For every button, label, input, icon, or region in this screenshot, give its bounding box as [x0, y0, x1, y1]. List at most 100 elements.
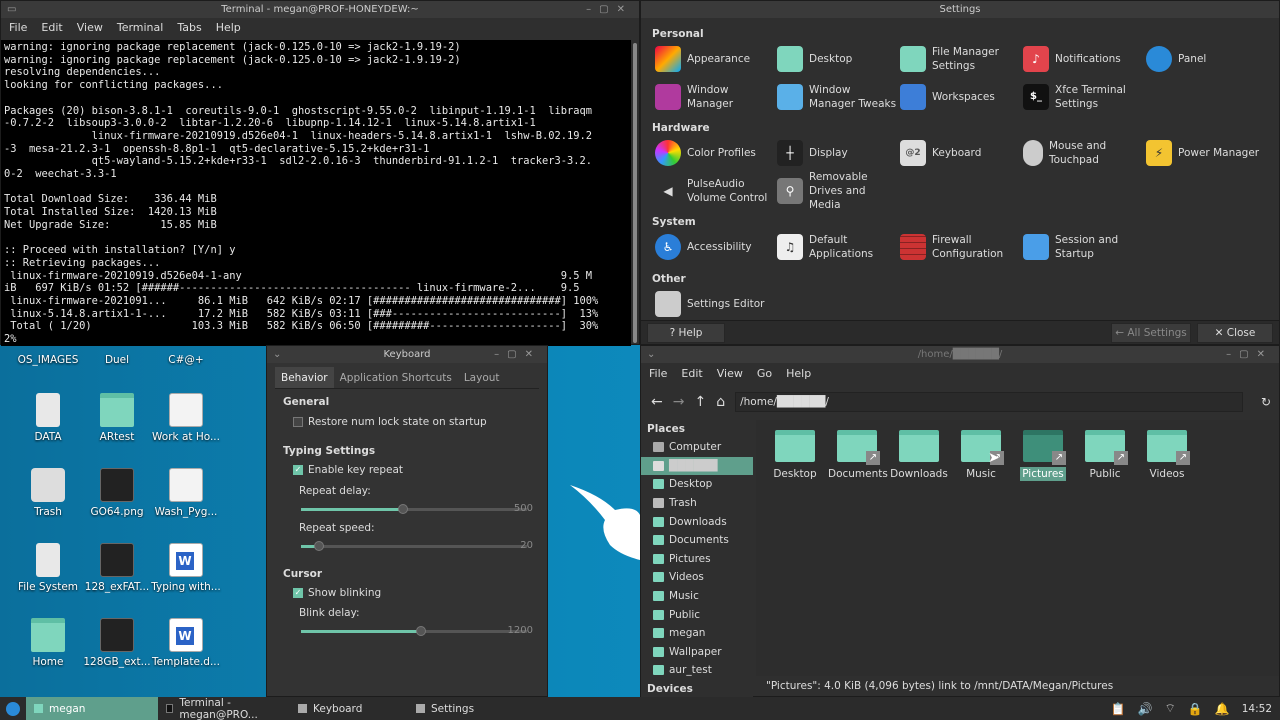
blinking-checkbox[interactable]: ✓ Show blinking: [293, 587, 381, 599]
setting-color-profiles[interactable]: Color Profiles: [655, 137, 777, 169]
setting-file-manager[interactable]: File Manager Settings: [900, 43, 1022, 75]
window-controls[interactable]: –▢✕: [586, 1, 633, 18]
setting-accessibility[interactable]: ♿ Accessibility: [655, 231, 777, 263]
setting-firewall[interactable]: Firewall Configuration: [900, 231, 1022, 263]
menu-file[interactable]: File: [649, 363, 667, 385]
place-aur-test[interactable]: aur_test: [641, 661, 753, 680]
slider-handle[interactable]: [397, 504, 408, 514]
window-menu-icon[interactable]: ⌄: [647, 346, 655, 363]
setting-notifications[interactable]: ♪ Notifications: [1023, 43, 1145, 75]
folder-desktop[interactable]: Desktop: [766, 430, 824, 480]
desktop-label-csharp[interactable]: C#@+: [149, 354, 223, 366]
numlock-checkbox[interactable]: Restore num lock state on startup: [293, 416, 487, 428]
repeat-delay-slider[interactable]: [301, 504, 527, 514]
help-button[interactable]: ? Help: [647, 323, 725, 343]
setting-pulseaudio[interactable]: ◀ PulseAudio Volume Control: [655, 175, 777, 207]
app-menu-button[interactable]: [0, 697, 26, 720]
setting-desktop[interactable]: Desktop: [777, 43, 899, 75]
place-home[interactable]: ██████: [641, 456, 753, 476]
key-repeat-checkbox[interactable]: ✓ Enable key repeat: [293, 464, 403, 476]
blink-delay-slider[interactable]: [301, 626, 527, 636]
setting-panel[interactable]: Panel: [1146, 43, 1268, 75]
desktop-icon-home[interactable]: Home: [11, 618, 85, 668]
slider-handle[interactable]: [415, 626, 426, 636]
terminal-titlebar[interactable]: ▭ Terminal - megan@PROF-HONEYDEW:~ –▢✕: [1, 1, 639, 18]
settings-titlebar[interactable]: Settings: [641, 1, 1279, 18]
close-button[interactable]: ✕ Close: [1197, 323, 1273, 343]
window-menu-icon[interactable]: ⌄: [273, 346, 281, 363]
place-wallpaper[interactable]: Wallpaper: [641, 643, 753, 662]
clock[interactable]: 14:52: [1242, 703, 1272, 715]
menu-terminal[interactable]: Terminal: [117, 18, 164, 38]
location-bar[interactable]: /home/██████/: [735, 392, 1243, 412]
home-icon[interactable]: ⌂: [716, 394, 725, 410]
place-pictures[interactable]: Pictures: [641, 550, 753, 569]
folder-music[interactable]: Music: [952, 430, 1010, 480]
forward-arrow-icon[interactable]: →: [673, 394, 685, 410]
setting-session[interactable]: Session and Startup: [1023, 231, 1145, 263]
setting-mouse[interactable]: Mouse and Touchpad: [1023, 137, 1145, 169]
menu-help[interactable]: Help: [216, 18, 241, 38]
file-manager-titlebar[interactable]: ⌄ /home/██████/ –▢✕: [641, 346, 1279, 363]
tab-behavior[interactable]: Behavior: [275, 367, 334, 388]
keyboard-titlebar[interactable]: ⌄ Keyboard –▢✕: [267, 346, 547, 363]
lock-icon[interactable]: 🔒: [1188, 702, 1203, 716]
folder-downloads[interactable]: Downloads: [890, 430, 948, 480]
setting-settings-editor[interactable]: Settings Editor: [655, 288, 777, 320]
menu-help[interactable]: Help: [786, 363, 811, 385]
menu-view[interactable]: View: [717, 363, 743, 385]
setting-appearance[interactable]: Appearance: [655, 43, 777, 75]
desktop-icon-artest[interactable]: ARtest: [80, 393, 154, 443]
reload-icon[interactable]: ↻: [1261, 395, 1271, 409]
place-trash[interactable]: Trash: [641, 494, 753, 513]
place-music[interactable]: Music: [641, 587, 753, 606]
setting-wm-tweaks[interactable]: Window Manager Tweaks: [777, 81, 899, 113]
setting-window-manager[interactable]: Window Manager: [655, 81, 777, 113]
desktop-icon-go64[interactable]: GO64.png: [80, 468, 154, 518]
menu-view[interactable]: View: [77, 18, 103, 38]
clipboard-icon[interactable]: 📋: [1111, 702, 1126, 716]
desktop-icon-typing[interactable]: Typing with...: [149, 543, 223, 593]
desktop-label-duel[interactable]: Duel: [80, 354, 154, 366]
setting-terminal[interactable]: $_ Xfce Terminal Settings: [1023, 81, 1145, 113]
folder-public[interactable]: Public: [1076, 430, 1134, 480]
window-controls[interactable]: –▢✕: [494, 346, 541, 363]
notification-bell-icon[interactable]: 🔔: [1215, 702, 1230, 716]
folder-pictures[interactable]: Pictures: [1014, 430, 1072, 481]
volume-icon[interactable]: 🔊: [1138, 702, 1153, 716]
desktop-icon-trash[interactable]: Trash: [11, 468, 85, 518]
desktop-icon-128exfat[interactable]: 128_exFAT...: [80, 543, 154, 593]
menu-go[interactable]: Go: [757, 363, 772, 385]
network-icon[interactable]: ⌔: [1165, 701, 1176, 716]
file-view[interactable]: Desktop Documents Downloads Music Pictur…: [756, 420, 1279, 676]
taskbar-item-settings[interactable]: Settings: [408, 697, 540, 720]
window-controls[interactable]: –▢✕: [1226, 346, 1273, 363]
place-desktop[interactable]: Desktop: [641, 475, 753, 494]
menu-edit[interactable]: Edit: [41, 18, 62, 38]
place-downloads[interactable]: Downloads: [641, 512, 753, 531]
menu-tabs[interactable]: Tabs: [177, 18, 201, 38]
desktop-label-os-images[interactable]: OS_IMAGES: [11, 354, 85, 366]
place-videos[interactable]: Videos: [641, 568, 753, 587]
desktop-icon-data[interactable]: DATA: [11, 393, 85, 443]
place-computer[interactable]: Computer: [641, 438, 753, 457]
back-arrow-icon[interactable]: ←: [651, 394, 663, 410]
window-menu-icon[interactable]: ▭: [7, 1, 16, 18]
desktop-icon-filesystem[interactable]: File System: [11, 543, 85, 593]
setting-display[interactable]: ┼ Display: [777, 137, 899, 169]
place-documents[interactable]: Documents: [641, 531, 753, 550]
tab-app-shortcuts[interactable]: Application Shortcuts: [334, 367, 458, 388]
folder-videos[interactable]: Videos: [1138, 430, 1196, 480]
menu-edit[interactable]: Edit: [681, 363, 702, 385]
taskbar-item-keyboard[interactable]: Keyboard: [290, 697, 408, 720]
place-public[interactable]: Public: [641, 605, 753, 624]
taskbar-item-megan[interactable]: megan: [26, 697, 158, 720]
tab-layout[interactable]: Layout: [458, 367, 506, 388]
all-settings-button[interactable]: ← All Settings: [1111, 323, 1191, 343]
desktop-icon-template[interactable]: Template.d...: [149, 618, 223, 668]
terminal-output[interactable]: warning: ignoring package replacement (j…: [1, 40, 631, 346]
slider-handle[interactable]: [314, 541, 325, 551]
folder-documents[interactable]: Documents: [828, 430, 888, 480]
menu-file[interactable]: File: [9, 18, 27, 38]
place-megan[interactable]: megan: [641, 624, 753, 643]
